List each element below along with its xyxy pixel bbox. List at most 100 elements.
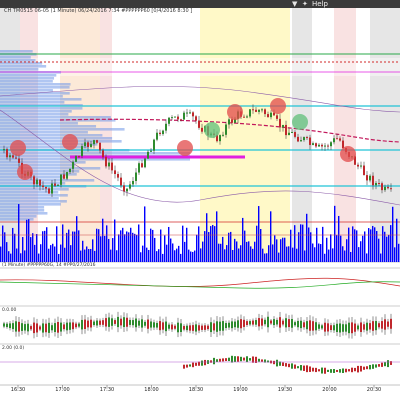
- volume-bar: [96, 228, 98, 262]
- oscillator-body: [144, 321, 146, 326]
- volume-bar: [232, 249, 234, 262]
- candle-body: [282, 124, 284, 128]
- volume-bar: [386, 236, 388, 262]
- oscillator-body: [324, 322, 326, 332]
- oscillator-body: [378, 323, 380, 328]
- volume-bar: [352, 226, 354, 262]
- volume-bar: [206, 213, 208, 262]
- volume-bar: [188, 249, 190, 262]
- volume-bar: [268, 245, 270, 262]
- oscillator-body: [93, 321, 95, 326]
- oscillator-body: [51, 325, 53, 331]
- oscillator-body: [366, 322, 368, 331]
- oscillator-body: [39, 326, 41, 330]
- volume-bar: [4, 232, 6, 262]
- volume-bar: [184, 241, 186, 262]
- volume-bar: [172, 243, 174, 262]
- oscillator-body: [207, 325, 209, 330]
- oscillator-body: [369, 323, 371, 330]
- oscillator-body: [348, 322, 350, 334]
- volume-bar: [16, 248, 18, 262]
- oscillator-body: [234, 321, 236, 328]
- volume-bar: [308, 227, 310, 262]
- oscillator-body: [297, 320, 299, 328]
- oscillator-body: [12, 323, 14, 330]
- oscillator-body: [363, 366, 365, 370]
- volume-bar: [140, 252, 142, 262]
- volume-bar: [34, 244, 36, 262]
- oscillator-body: [153, 322, 155, 328]
- oscillator-body: [33, 322, 35, 334]
- candle-body: [258, 109, 260, 112]
- oscillator-body: [201, 360, 203, 366]
- candle-body: [378, 182, 380, 184]
- profile-bar: [0, 65, 47, 68]
- volume-bar: [350, 251, 352, 262]
- profile-bar: [0, 164, 76, 167]
- time-axis-label: 17:30: [99, 387, 115, 393]
- candle-body: [156, 132, 158, 140]
- oscillator-body: [78, 323, 80, 327]
- profile-bar: [0, 116, 111, 119]
- candle-body: [114, 170, 116, 175]
- volume-bar: [128, 232, 130, 262]
- volume-bar: [212, 224, 214, 262]
- candle-body: [141, 163, 143, 168]
- oscillator-body: [249, 321, 251, 325]
- oscillator-body: [276, 319, 278, 325]
- volume-bar: [98, 229, 100, 262]
- volume-bar: [134, 233, 136, 262]
- oscillator-body: [258, 318, 260, 327]
- volume-bar: [68, 229, 70, 262]
- volume-bar: [164, 235, 166, 262]
- oscillator-body: [66, 322, 68, 331]
- volume-bar: [378, 238, 380, 262]
- volume-bar: [54, 246, 56, 262]
- volume-bar: [380, 253, 382, 262]
- candle-body: [372, 175, 374, 186]
- volume-bar: [144, 206, 146, 262]
- oscillator-body: [357, 365, 359, 373]
- candle-body: [219, 135, 221, 142]
- volume-bar: [262, 248, 264, 262]
- volume-bar: [342, 246, 344, 262]
- volume-bar: [0, 246, 2, 262]
- volume-bar: [358, 247, 360, 262]
- oscillator-body: [381, 362, 383, 367]
- oscillator-body: [312, 367, 314, 372]
- oscillator-body: [303, 322, 305, 328]
- candle-body: [174, 116, 176, 118]
- oscillator-body: [312, 321, 314, 331]
- volume-bar: [46, 227, 48, 262]
- oscillator-body: [300, 365, 302, 371]
- volume-bar: [6, 242, 8, 262]
- volume-bar: [50, 245, 52, 262]
- volume-bar: [306, 213, 308, 262]
- oscillator-body: [21, 323, 23, 331]
- oscillator-body: [189, 364, 191, 367]
- volume-bar: [162, 253, 164, 262]
- volume-bar: [12, 227, 14, 262]
- oscillator-body: [288, 363, 290, 368]
- oscillator-body: [306, 365, 308, 373]
- chart-canvas[interactable]: [0, 0, 400, 400]
- oscillator-body: [384, 319, 386, 330]
- volume-bar: [92, 239, 94, 262]
- profile-bar: [0, 152, 190, 155]
- signal-marker: [177, 140, 193, 156]
- oscillator-body: [54, 323, 56, 333]
- oscillator-body: [378, 364, 380, 367]
- oscillator-body: [141, 319, 143, 328]
- oscillator-body: [261, 359, 263, 362]
- oscillator-body: [246, 356, 248, 363]
- volume-bar: [298, 232, 300, 262]
- candle-body: [36, 179, 38, 185]
- oscillator-body: [6, 323, 8, 328]
- volume-bar: [106, 225, 108, 262]
- volume-bar: [102, 218, 104, 262]
- volume-bar: [138, 224, 140, 262]
- candle-body: [132, 180, 134, 185]
- volume-bar: [196, 234, 198, 262]
- profile-bar: [0, 68, 39, 71]
- volume-bar: [168, 226, 170, 262]
